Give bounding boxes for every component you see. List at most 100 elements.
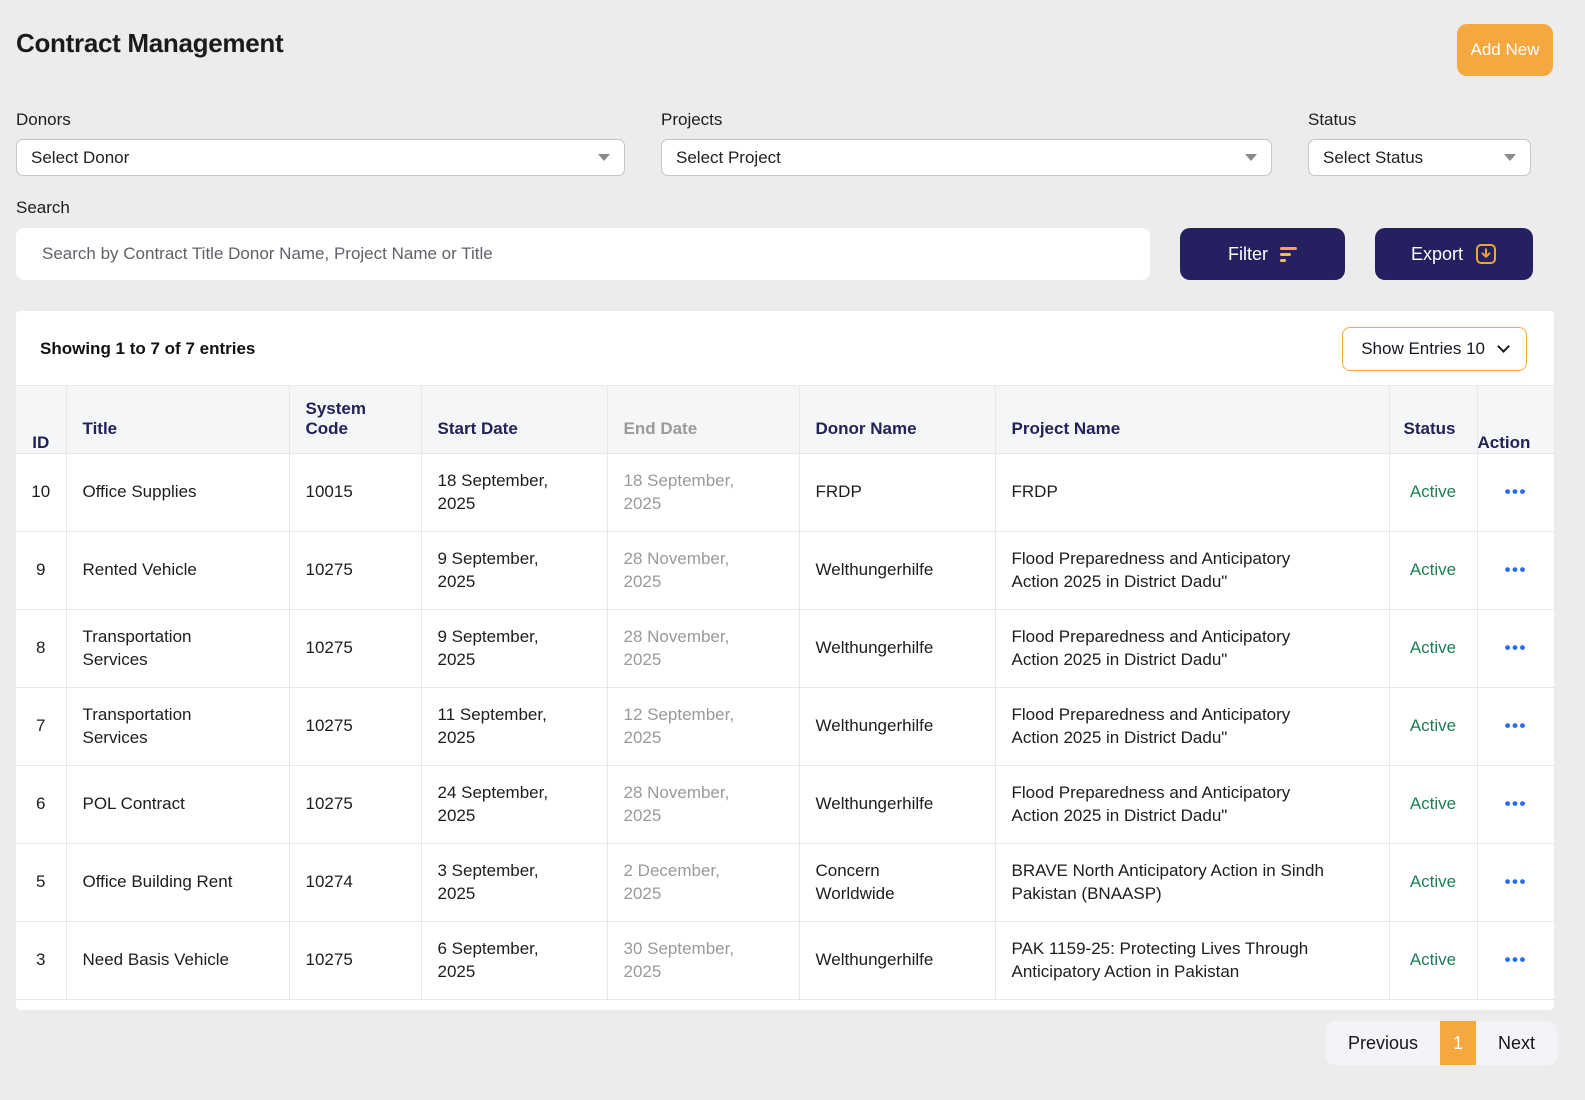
filter-button-label: Filter: [1228, 244, 1268, 265]
contract-management-page: Contract Management Add New Donors Selec…: [0, 0, 1585, 1065]
row-actions-button[interactable]: •••: [1505, 483, 1527, 500]
header-donor-name: Donor Name: [799, 386, 995, 454]
project-select[interactable]: Select Project: [661, 139, 1272, 176]
cell-start-date: 24 September, 2025: [421, 766, 607, 844]
row-actions-button[interactable]: •••: [1505, 873, 1527, 890]
topbar: Contract Management Add New: [0, 0, 1585, 76]
cell-id: 10: [16, 454, 66, 532]
header-start-date: Start Date: [421, 386, 607, 454]
previous-page-button[interactable]: Previous: [1326, 1021, 1440, 1065]
status-filter-group: Status Select Status: [1308, 110, 1531, 176]
show-entries-label: Show Entries 10: [1361, 339, 1485, 359]
cell-start-date: 6 September, 2025: [421, 922, 607, 1000]
row-actions-button[interactable]: •••: [1505, 717, 1527, 734]
table-row: 5 Office Building Rent 10274 3 September…: [16, 844, 1554, 922]
page-title: Contract Management: [16, 24, 283, 59]
table-row: 7 Transportation Services 10275 11 Septe…: [16, 688, 1554, 766]
search-input[interactable]: [16, 228, 1150, 280]
cell-id: 3: [16, 922, 66, 1000]
projects-label: Projects: [661, 110, 1272, 130]
cell-project-name: Flood Preparedness and Anticipatory Acti…: [995, 766, 1389, 844]
filters-row: Donors Select Donor Projects Select Proj…: [0, 76, 1585, 176]
cell-action: •••: [1477, 922, 1554, 1000]
cell-start-date: 3 September, 2025: [421, 844, 607, 922]
cell-action: •••: [1477, 610, 1554, 688]
donor-select-value: Select Donor: [31, 148, 129, 168]
table-row: 6 POL Contract 10275 24 September, 2025 …: [16, 766, 1554, 844]
cell-action: •••: [1477, 688, 1554, 766]
cell-id: 5: [16, 844, 66, 922]
cell-end-date: 18 September, 2025: [607, 454, 799, 532]
contracts-tbody: 10 Office Supplies 10015 18 September, 2…: [16, 454, 1554, 1000]
cell-donor-name: Welthungerhilfe: [799, 922, 995, 1000]
donor-select[interactable]: Select Donor: [16, 139, 625, 176]
table-header: ID Title System Code Start Date End Date…: [16, 386, 1554, 454]
cell-end-date: 28 November, 2025: [607, 766, 799, 844]
header-end-date: End Date: [607, 386, 799, 454]
cell-title: Office Building Rent: [66, 844, 289, 922]
header-title: Title: [66, 386, 289, 454]
cell-start-date: 9 September, 2025: [421, 610, 607, 688]
status-badge: Active: [1389, 922, 1477, 1000]
cell-project-name: Flood Preparedness and Anticipatory Acti…: [995, 532, 1389, 610]
cell-donor-name: Welthungerhilfe: [799, 610, 995, 688]
pagination: Previous 1 Next: [1326, 1021, 1557, 1065]
cell-system-code: 10275: [289, 766, 421, 844]
cell-project-name: PAK 1159-25: Protecting Lives Through An…: [995, 922, 1389, 1000]
cell-end-date: 28 November, 2025: [607, 532, 799, 610]
cell-system-code: 10275: [289, 688, 421, 766]
cell-end-date: 12 September, 2025: [607, 688, 799, 766]
row-actions-button[interactable]: •••: [1505, 795, 1527, 812]
contracts-table: ID Title System Code Start Date End Date…: [16, 385, 1554, 1000]
status-badge: Active: [1389, 454, 1477, 532]
header-action: Action: [1477, 386, 1554, 454]
cell-system-code: 10275: [289, 532, 421, 610]
cell-title: Rented Vehicle: [66, 532, 289, 610]
current-page-button[interactable]: 1: [1440, 1021, 1476, 1065]
cell-title: Need Basis Vehicle: [66, 922, 289, 1000]
status-badge: Active: [1389, 688, 1477, 766]
cell-donor-name: Welthungerhilfe: [799, 532, 995, 610]
status-select-value: Select Status: [1323, 148, 1423, 168]
next-page-button[interactable]: Next: [1476, 1021, 1557, 1065]
show-entries-button[interactable]: Show Entries 10: [1342, 327, 1527, 371]
cell-title: POL Contract: [66, 766, 289, 844]
table-row: 8 Transportation Services 10275 9 Septem…: [16, 610, 1554, 688]
cell-id: 8: [16, 610, 66, 688]
cell-end-date: 2 December, 2025: [607, 844, 799, 922]
status-badge: Active: [1389, 532, 1477, 610]
filter-button[interactable]: Filter: [1180, 228, 1345, 280]
cell-donor-name: FRDP: [799, 454, 995, 532]
export-button-label: Export: [1411, 244, 1463, 265]
donors-label: Donors: [16, 110, 625, 130]
cell-title: Transportation Services: [66, 610, 289, 688]
dropdown-arrow-icon: [598, 154, 610, 161]
add-new-button[interactable]: Add New: [1457, 24, 1553, 76]
status-select[interactable]: Select Status: [1308, 139, 1531, 176]
search-label: Search: [16, 198, 1585, 218]
header-status: Status: [1389, 386, 1477, 454]
cell-id: 7: [16, 688, 66, 766]
cell-project-name: BRAVE North Anticipatory Action in Sindh…: [995, 844, 1389, 922]
cell-start-date: 11 September, 2025: [421, 688, 607, 766]
cell-action: •••: [1477, 454, 1554, 532]
row-actions-button[interactable]: •••: [1505, 951, 1527, 968]
cell-title: Office Supplies: [66, 454, 289, 532]
export-button[interactable]: Export: [1375, 228, 1533, 280]
projects-filter-group: Projects Select Project: [661, 110, 1272, 176]
cell-project-name: Flood Preparedness and Anticipatory Acti…: [995, 610, 1389, 688]
cell-action: •••: [1477, 532, 1554, 610]
card-head: Showing 1 to 7 of 7 entries Show Entries…: [16, 311, 1554, 385]
donors-filter-group: Donors Select Donor: [16, 110, 625, 176]
row-actions-button[interactable]: •••: [1505, 639, 1527, 656]
row-actions-button[interactable]: •••: [1505, 561, 1527, 578]
dropdown-arrow-icon: [1245, 154, 1257, 161]
cell-start-date: 18 September, 2025: [421, 454, 607, 532]
status-label: Status: [1308, 110, 1531, 130]
cell-system-code: 10275: [289, 610, 421, 688]
table-row: 10 Office Supplies 10015 18 September, 2…: [16, 454, 1554, 532]
cell-id: 9: [16, 532, 66, 610]
cell-title: Transportation Services: [66, 688, 289, 766]
project-select-value: Select Project: [676, 148, 781, 168]
contracts-card: Showing 1 to 7 of 7 entries Show Entries…: [16, 311, 1554, 1010]
